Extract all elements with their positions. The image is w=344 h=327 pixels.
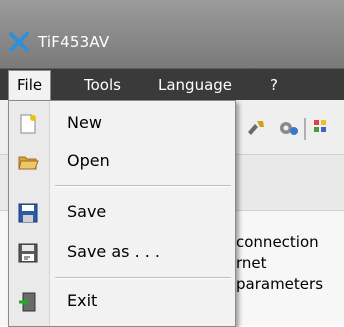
- menu-tools[interactable]: Tools: [84, 69, 121, 101]
- window-title: TiF453AV: [38, 33, 110, 51]
- toolbar-separator: [304, 118, 306, 140]
- menu-item-save[interactable]: Save: [9, 195, 235, 231]
- title-group: TiF453AV: [8, 30, 109, 54]
- menu-item-new[interactable]: New: [9, 106, 235, 142]
- tool-icon[interactable]: [245, 118, 267, 138]
- save-as-icon: [18, 243, 38, 263]
- menu-language[interactable]: Language: [158, 69, 232, 101]
- menu-item-label: Save: [67, 202, 107, 221]
- menu-help[interactable]: ?: [270, 69, 278, 101]
- menu-file[interactable]: File: [8, 70, 52, 100]
- menu-item-label: New: [67, 113, 102, 132]
- save-icon: [18, 203, 38, 223]
- bg-text-internet: rnet: [236, 254, 267, 272]
- bg-text-connection: connection: [236, 233, 319, 251]
- menu-item-exit[interactable]: Exit: [9, 284, 235, 320]
- exit-icon: [19, 292, 36, 312]
- menu-separator: [55, 277, 231, 279]
- menu-item-save-as[interactable]: Save as . . .: [9, 235, 235, 271]
- palette-icon[interactable]: [312, 118, 328, 138]
- bg-text-parameters: parameters: [236, 275, 324, 293]
- menu-item-open[interactable]: Open: [9, 144, 235, 180]
- new-file-icon: [20, 114, 36, 134]
- open-folder-icon: [18, 156, 39, 170]
- settings-icon[interactable]: [277, 118, 299, 138]
- title-bar: TiF453AV: [0, 0, 344, 68]
- menu-item-label: Exit: [67, 291, 98, 310]
- menu-bar: File Tools Language ?: [0, 68, 344, 101]
- menu-item-label: Save as . . .: [67, 242, 161, 261]
- menu-separator: [55, 185, 231, 187]
- file-menu-dropdown: New Open Save Save as . . . Exit: [8, 100, 236, 327]
- app-logo-icon: [9, 32, 29, 52]
- menu-item-label: Open: [67, 151, 110, 170]
